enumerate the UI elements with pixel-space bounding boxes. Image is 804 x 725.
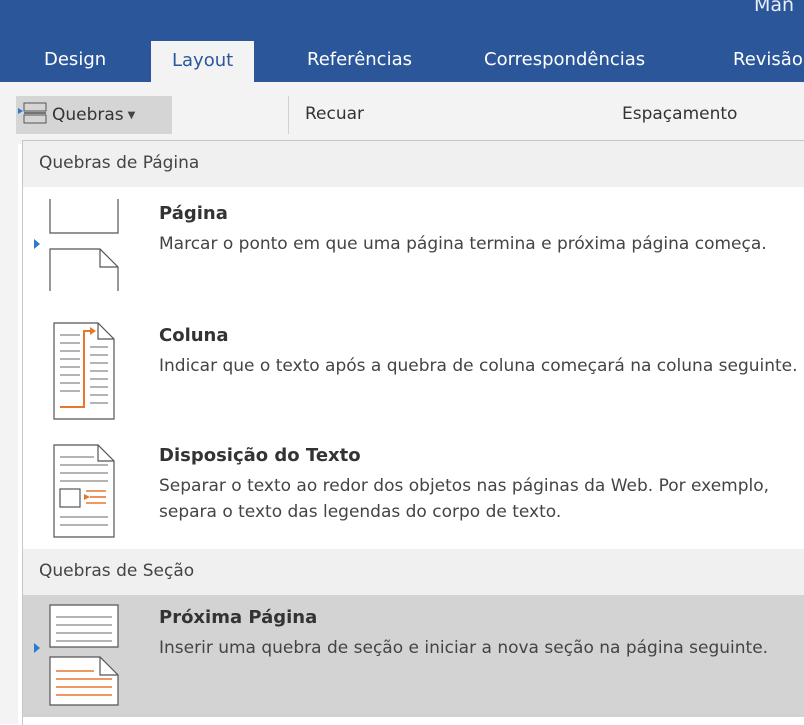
chevron-down-icon: ▼ — [127, 109, 136, 121]
indent-label: Recuar — [305, 104, 365, 124]
breaks-dropdown-menu: Quebras de Página Página Marcar o ponto … — [22, 140, 804, 725]
column-break-icon — [46, 321, 122, 425]
tab-correspondencias[interactable]: Correspondências — [484, 47, 645, 73]
menu-item-column-break[interactable]: Coluna Indicar que o texto após a quebra… — [23, 313, 804, 431]
breaks-button-label: Quebras — [52, 105, 124, 125]
section-breaks-header: Quebras de Seção — [23, 549, 804, 595]
default-marker-icon — [34, 239, 40, 249]
page-break-icon — [46, 197, 122, 297]
menu-item-title: Página — [159, 203, 228, 224]
menu-item-next-page[interactable]: Próxima Página Inserir uma quebra de seç… — [23, 595, 804, 717]
tab-layout[interactable]: Layout — [151, 41, 255, 82]
text-wrapping-icon — [46, 443, 122, 543]
window-title: Man — [754, 0, 795, 16]
menu-item-description: Inserir uma quebra de seção e iniciar a … — [159, 638, 769, 658]
menu-divider — [22, 715, 804, 716]
menu-item-description: Separar o texto ao redor dos objetos nas… — [159, 476, 770, 522]
tab-referencias[interactable]: Referências — [307, 47, 412, 73]
page-breaks-header-label: Quebras de Página — [39, 153, 200, 173]
menu-item-title: Disposição do Texto — [159, 445, 361, 466]
ribbon-tab-bar: Man Design Layout Referências Correspond… — [0, 0, 804, 82]
menu-item-title: Próxima Página — [159, 607, 318, 628]
menu-item-title: Coluna — [159, 325, 229, 346]
section-breaks-header-label: Quebras de Seção — [39, 561, 195, 581]
breaks-button[interactable]: Quebras ▼ — [16, 96, 172, 134]
tab-revisao[interactable]: Revisão — [733, 47, 803, 73]
tab-design[interactable]: Design — [44, 47, 106, 73]
default-marker-icon — [34, 643, 40, 653]
menu-item-description: Marcar o ponto em que uma página termina… — [159, 234, 767, 254]
menu-item-text-wrapping-break[interactable]: Disposição do Texto Separar o texto ao r… — [23, 433, 804, 545]
page-breaks-header: Quebras de Página — [23, 141, 804, 187]
left-strip — [0, 82, 18, 724]
breaks-icon — [18, 102, 48, 128]
toolbar-divider — [288, 96, 289, 134]
spacing-label: Espaçamento — [622, 104, 738, 124]
menu-item-page-break[interactable]: Página Marcar o ponto em que uma página … — [23, 191, 804, 311]
next-page-icon — [46, 603, 122, 711]
menu-item-description: Indicar que o texto após a quebra de col… — [159, 356, 798, 376]
